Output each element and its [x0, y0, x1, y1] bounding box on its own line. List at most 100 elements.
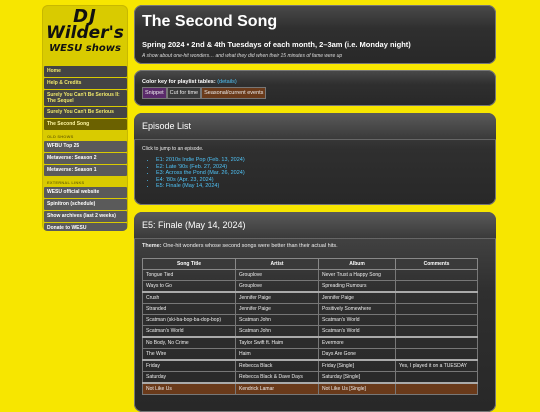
cell-album: Saturday [Single] [318, 371, 396, 384]
nav-metaverse-s2[interactable]: Metaverse: Season 2 [44, 153, 127, 164]
cell-song: Not Like Us [142, 382, 236, 395]
cell-comment: Yes, I played it on a TUESDAY [395, 359, 478, 372]
episode-link-e2[interactable]: E2: Late '90s (Feb. 27, 2024) [156, 164, 227, 170]
color-key-label: Color key for playlist tables: (details) [142, 79, 237, 85]
table-row: Ways to Go Grouplove Spreading Rumours [142, 280, 478, 293]
cell-comment [395, 325, 478, 338]
episode-link-e1[interactable]: E1: 2010s Indie Pop (Feb. 13, 2024) [156, 157, 245, 163]
episode-list-hint: Click to jump to an episode. [142, 146, 204, 152]
cell-song: Friday [142, 359, 236, 372]
table-row: Tongue Tied Grouplove Never Trust a Happ… [142, 269, 478, 281]
table-row: Scatman's World Scatman John Scatman's W… [142, 325, 478, 338]
table-row: Saturday Rebecca Black & Dave Days Satur… [142, 371, 478, 384]
color-key-swatches: Snippet Cut for time Seasonal/current ev… [142, 87, 267, 99]
episode-5-title: E5: Finale (May 14, 2024) [142, 220, 246, 230]
cell-artist: Grouplove [235, 280, 319, 293]
cell-song: Scatman's World [142, 325, 236, 338]
episode-5-header: E5: Finale (May 14, 2024) [134, 212, 496, 239]
cell-comment [395, 269, 478, 281]
theme-label: Theme: [142, 243, 162, 249]
key-snippet: Snippet [142, 87, 167, 99]
cell-comment [395, 336, 478, 349]
cell-artist: Rebecca Black & Dave Days [235, 371, 319, 384]
table-row: Crush Jennifer Paige Jennifer Paige [142, 291, 478, 304]
table-row: Stranded Jennifer Paige Positively Somew… [142, 303, 478, 315]
nav-second-song[interactable]: The Second Song [44, 119, 127, 130]
cell-comment [395, 291, 478, 304]
cell-song: Tongue Tied [142, 269, 236, 281]
color-key-details-link[interactable]: (details) [217, 79, 237, 85]
cell-comment [395, 280, 478, 293]
theme-text: One-hit wonders whose second songs were … [163, 243, 338, 249]
nav-home[interactable]: Home [44, 66, 127, 77]
nav-help-credits[interactable]: Help & Credits [44, 78, 127, 89]
cell-album: Days Are Gone [318, 348, 396, 361]
episode-link-e5[interactable]: E5: Finale (May 14, 2024) [156, 183, 219, 189]
episode-links: E1: 2010s Indie Pop (Feb. 13, 2024) E2: … [152, 157, 245, 190]
cell-artist: Scatman John [235, 325, 319, 338]
logo-line-3: WESU shows [49, 43, 121, 54]
cell-album: Scatman's World [318, 325, 396, 338]
col-album: Album [318, 258, 396, 270]
site-logo[interactable]: DJ Wilder's WESU shows [46, 8, 124, 62]
cell-album: Jennifer Paige [318, 291, 396, 304]
cell-artist: Kendrick Lamar [235, 382, 319, 395]
cell-song: Scatman (ski-ba-bop-ba-dop-bop) [142, 314, 236, 326]
episode-link-e4[interactable]: E4: '80s (Apr. 23, 2024) [156, 177, 214, 183]
header-panel: The Second Song Spring 2024 • 2nd & 4th … [134, 5, 496, 64]
table-row: No Body, No Crime Taylor Swift ft. Haim … [142, 336, 478, 349]
cell-song: No Body, No Crime [142, 336, 236, 349]
color-key-text: Color key for playlist tables: [142, 79, 216, 85]
nav-donate[interactable]: Donate to WESU [44, 223, 127, 231]
cell-song: Saturday [142, 371, 236, 384]
cell-artist: Taylor Swift ft. Haim [235, 336, 319, 349]
nav-wfbu-top-25[interactable]: WFBU Top 25 [44, 141, 127, 152]
cell-song: Ways to Go [142, 280, 236, 293]
cell-comment [395, 371, 478, 384]
nav-surely-serious[interactable]: Surely You Can't Be Serious [44, 107, 127, 118]
key-seasonal: Seasonal/current events [201, 87, 267, 99]
page-title: The Second Song [142, 13, 278, 30]
cell-artist: Scatman John [235, 314, 319, 326]
playlist-table: Song Title Artist Album Comments Tongue … [142, 258, 478, 395]
cell-album: Scatman's World [318, 314, 396, 326]
cell-artist: Jennifer Paige [235, 291, 319, 304]
nav-metaverse-s1[interactable]: Metaverse: Season 1 [44, 165, 127, 176]
table-row: Scatman (ski-ba-bop-ba-dop-bop) Scatman … [142, 314, 478, 326]
col-song-title: Song Title [142, 258, 236, 270]
cell-album: Never Trust a Happy Song [318, 269, 396, 281]
table-row: The Wire Haim Days Are Gone [142, 348, 478, 361]
cell-album: Spreading Rumours [318, 280, 396, 293]
episode-link-e3[interactable]: E3: Across the Pond (Mar. 26, 2024) [156, 170, 245, 176]
table-row: Not Like Us Kendrick Lamar Not Like Us [… [142, 382, 478, 395]
nav-spinitron[interactable]: Spinitron (schedule) [44, 199, 127, 210]
episode-list-panel: Episode List Click to jump to an episode… [134, 113, 496, 205]
old-shows-heading: OLD SHOWS [47, 134, 74, 139]
cell-comment [395, 303, 478, 315]
cell-album: Evermore [318, 336, 396, 349]
sidebar: DJ Wilder's WESU shows Home Help & Credi… [42, 5, 128, 231]
nav-surely-serious-2[interactable]: Surely You Can't Be Serious II: The Sequ… [44, 90, 127, 106]
cell-artist: Haim [235, 348, 319, 361]
cell-album: Friday [Single] [318, 359, 396, 372]
page-subtitle: Spring 2024 • 2nd & 4th Tuesdays of each… [142, 40, 411, 49]
nav-show-archives[interactable]: Show archives (last 2 weeks) [44, 211, 127, 222]
table-row: Friday Rebecca Black Friday [Single] Yes… [142, 359, 478, 372]
table-header-row: Song Title Artist Album Comments [142, 258, 478, 270]
cell-album: Not Like Us [Single] [318, 382, 396, 395]
list-item: E5: Finale (May 14, 2024) [156, 183, 245, 190]
episode-5-panel: E5: Finale (May 14, 2024) Theme: One-hit… [134, 212, 496, 412]
col-comments: Comments [395, 258, 478, 270]
cell-album: Positively Somewhere [318, 303, 396, 315]
key-cut-for-time: Cut for time [166, 87, 202, 99]
cell-artist: Rebecca Black [235, 359, 319, 372]
episode-5-theme: Theme: One-hit wonders whose second song… [142, 243, 338, 249]
nav-wesu-website[interactable]: WESU official website [44, 187, 127, 198]
col-artist: Artist [235, 258, 319, 270]
cell-song: Stranded [142, 303, 236, 315]
external-links-heading: EXTERNAL LINKS [47, 180, 85, 185]
cell-song: The Wire [142, 348, 236, 361]
logo-line-2: Wilder's [46, 23, 124, 43]
episode-list-title: Episode List [142, 121, 192, 131]
cell-comment [395, 348, 478, 361]
